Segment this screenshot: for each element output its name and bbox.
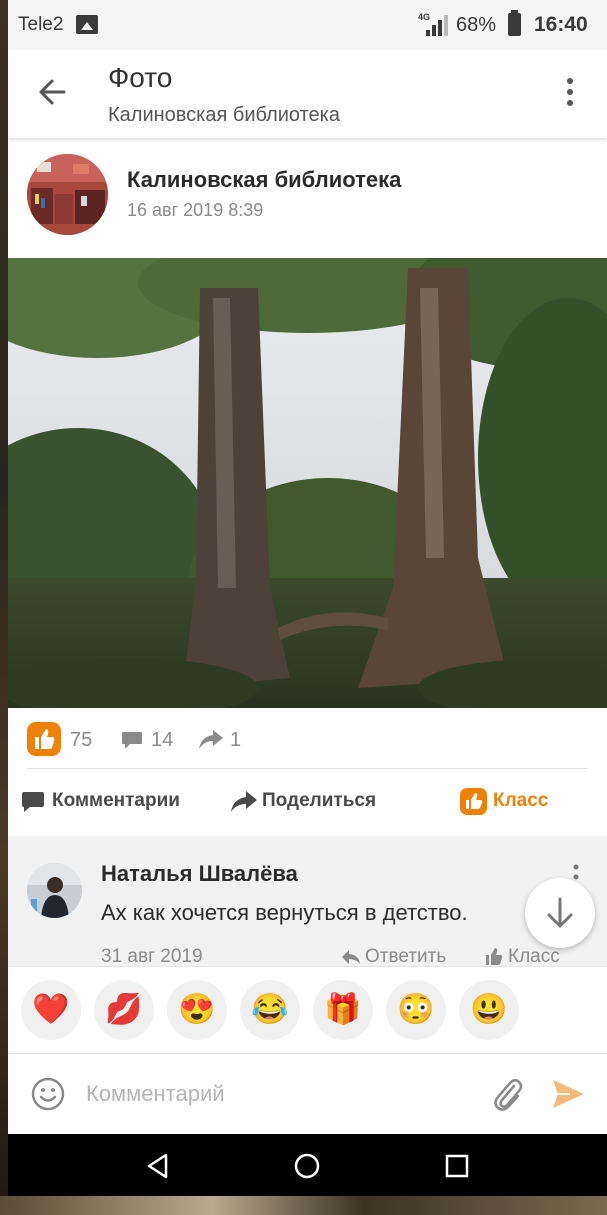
scroll-down-button[interactable] [525, 878, 595, 948]
background-edge-bottom [0, 1196, 607, 1215]
reaction-heart-eyes[interactable]: 😍 [167, 980, 227, 1040]
status-bar: Tele2 4G 68% 16:40 [8, 0, 607, 50]
post-photo[interactable] [8, 258, 607, 708]
comment-bubble-icon [122, 732, 142, 749]
reaction-kiss[interactable]: 💋 [94, 980, 154, 1040]
reply-button[interactable]: Ответить [365, 946, 446, 966]
battery-icon [508, 10, 521, 36]
carrier-label: Tele2 [18, 14, 64, 35]
likes-count: 75 [70, 729, 93, 751]
network-label: 4G [418, 12, 431, 22]
post-stats: 75 14 1 [8, 712, 607, 768]
send-icon[interactable] [550, 1076, 586, 1112]
comment-input[interactable] [86, 1076, 466, 1112]
back-arrow-icon[interactable] [34, 72, 74, 112]
more-vertical-icon[interactable] [558, 76, 582, 108]
arrow-down-icon [547, 897, 573, 928]
group-avatar[interactable] [27, 154, 108, 235]
comment-date: 31 авг 2019 [101, 946, 203, 966]
background-edge-left [0, 0, 8, 1215]
shares-count: 1 [230, 729, 242, 751]
class-icon [460, 788, 487, 815]
comments-button[interactable]: Комментарии [52, 790, 180, 812]
divider [27, 768, 588, 769]
nav-home-icon[interactable] [293, 1152, 321, 1180]
clock: 16:40 [534, 13, 588, 36]
post-actions: Комментарии Поделиться Класс [8, 770, 607, 834]
commenter-avatar[interactable] [27, 863, 82, 918]
comment-input-bar [8, 1054, 607, 1134]
nav-recents-icon[interactable] [443, 1152, 471, 1180]
share-button[interactable]: Поделиться [262, 790, 376, 812]
reaction-smiley[interactable]: 😃 [459, 980, 519, 1040]
paperclip-icon[interactable] [490, 1076, 526, 1114]
comment-text: Ах как хочется вернуться в детство. [101, 900, 468, 925]
reaction-flushed[interactable]: 😳 [386, 980, 446, 1040]
commenter-name[interactable]: Наталья Швалёва [101, 861, 298, 887]
share-icon [231, 791, 257, 812]
page-subtitle: Калиновская библиотека [108, 104, 340, 126]
post-author[interactable]: Калиновская библиотека [127, 167, 401, 193]
reply-icon [342, 950, 360, 964]
comment-class-button[interactable]: Класс [508, 946, 560, 966]
phone-screen: Tele2 4G 68% 16:40 Фото Калиновская библ… [8, 0, 607, 1196]
reaction-heart[interactable]: ❤️ [21, 980, 81, 1040]
comment-icon [22, 792, 44, 812]
page-title: Фото [108, 62, 173, 93]
share-arrow-icon [199, 730, 223, 749]
like-icon[interactable] [27, 722, 61, 756]
comments-section: Наталья Швалёва Ах как хочется вернуться… [8, 836, 607, 966]
class-button[interactable]: Класс [493, 790, 548, 812]
gallery-icon [76, 15, 98, 34]
comment-class-icon [486, 948, 503, 965]
post-date: 16 авг 2019 8:39 [127, 200, 264, 220]
reactions-bar: ❤️ 💋 😍 😂 🎁 😳 😃 [8, 966, 607, 1054]
comments-count: 14 [151, 729, 174, 751]
emoji-icon[interactable] [30, 1076, 66, 1112]
app-bar: Фото Калиновская библиотека [8, 50, 607, 138]
battery-percent: 68% [456, 14, 497, 36]
reaction-laughing[interactable]: 😂 [240, 980, 300, 1040]
system-nav-bar [8, 1134, 607, 1196]
nav-back-icon[interactable] [144, 1152, 172, 1180]
reaction-gift[interactable]: 🎁 [313, 980, 373, 1040]
